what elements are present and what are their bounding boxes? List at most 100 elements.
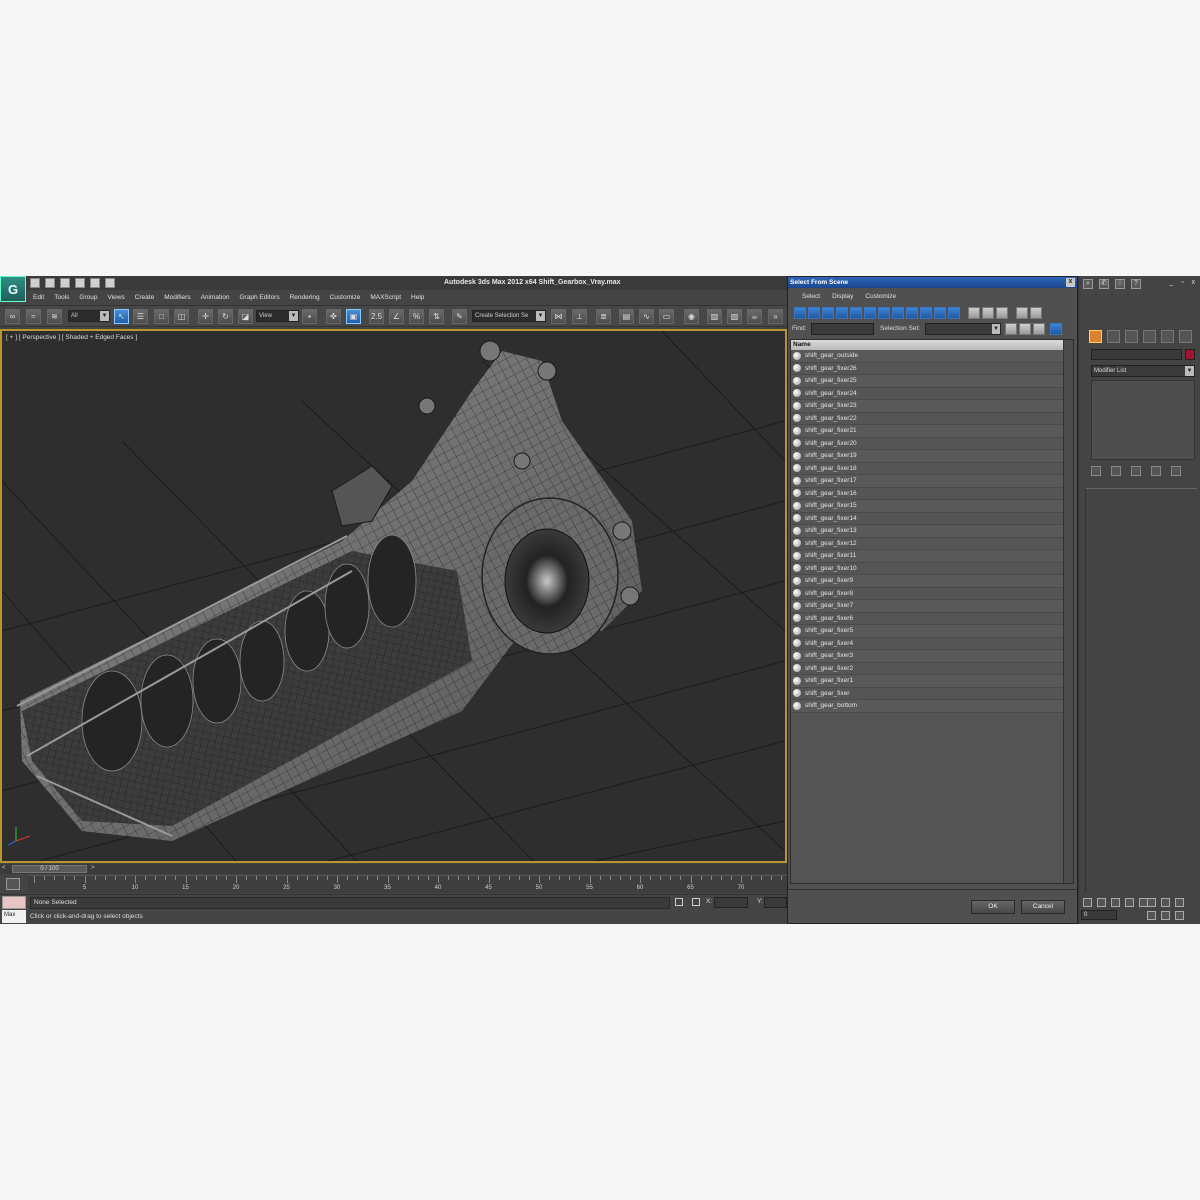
menu-animation[interactable]: Animation xyxy=(196,293,235,303)
maximize-viewport-icon[interactable] xyxy=(1175,911,1184,920)
reference-coordinate-dropdown[interactable]: View ▼ xyxy=(256,310,299,322)
play-icon[interactable] xyxy=(1111,898,1120,907)
menu-maxscript[interactable]: MAXScript xyxy=(365,293,406,303)
window-crossing-icon[interactable]: ◫ xyxy=(174,309,189,324)
display-lights-icon[interactable] xyxy=(822,307,834,319)
tab-utilities[interactable] xyxy=(1179,330,1192,343)
select-object-icon[interactable]: ↖ xyxy=(114,309,129,324)
list-item[interactable]: shift_gear_fixer2 xyxy=(791,662,1063,675)
next-frame-icon[interactable] xyxy=(1125,898,1134,907)
display-frozen-icon[interactable] xyxy=(934,307,946,319)
list-item[interactable]: shift_gear_fixer24 xyxy=(791,387,1063,400)
select-all-icon[interactable] xyxy=(968,307,980,319)
list-item[interactable]: shift_gear_fixer16 xyxy=(791,487,1063,500)
new-file-icon[interactable] xyxy=(30,278,40,288)
toolbar-overflow-icon[interactable]: » xyxy=(768,309,783,324)
previous-frame-icon[interactable] xyxy=(1097,898,1106,907)
x-coordinate-field[interactable] xyxy=(714,897,748,908)
display-helpers-icon[interactable] xyxy=(850,307,862,319)
percent-snap-icon[interactable]: % xyxy=(409,309,424,324)
menu-rendering[interactable]: Rendering xyxy=(285,293,325,303)
application-menu-button[interactable]: G xyxy=(0,276,26,302)
show-end-result-icon[interactable] xyxy=(1111,466,1121,476)
current-frame-field[interactable]: 0 xyxy=(1081,910,1117,920)
list-item[interactable]: shift_gear_fixer1 xyxy=(791,675,1063,688)
list-item[interactable]: shift_gear_fixer8 xyxy=(791,587,1063,600)
menu-views[interactable]: Views xyxy=(102,293,129,303)
menu-modifiers[interactable]: Modifiers xyxy=(159,293,195,303)
display-space-warps-icon[interactable] xyxy=(864,307,876,319)
list-item[interactable]: shift_gear_fixer7 xyxy=(791,600,1063,613)
cancel-button[interactable]: Cancel xyxy=(1021,900,1065,914)
list-item[interactable]: shift_gear_fixer19 xyxy=(791,450,1063,463)
time-slider-thumb[interactable]: 0 / 100 xyxy=(12,865,87,873)
list-item[interactable]: shift_gear_fixer17 xyxy=(791,475,1063,488)
menu-graph-editors[interactable]: Graph Editors xyxy=(235,293,285,303)
dialog-menu-select[interactable]: Select xyxy=(796,291,826,302)
absolute-mode-icon[interactable] xyxy=(692,898,700,906)
window-controls[interactable]: _ ▫ x xyxy=(1169,279,1198,286)
add-to-selection-set-icon[interactable] xyxy=(1033,323,1045,335)
menu-help[interactable]: Help xyxy=(406,293,429,303)
selection-filter-dropdown[interactable]: All ▼ xyxy=(68,310,110,322)
display-geometry-icon[interactable] xyxy=(794,307,806,319)
render-production-icon[interactable]: ☕ xyxy=(747,309,762,324)
dialog-menu-display[interactable]: Display xyxy=(826,291,859,302)
display-children-icon[interactable] xyxy=(1016,307,1028,319)
save-file-icon[interactable] xyxy=(60,278,70,288)
project-folder-icon[interactable] xyxy=(105,278,115,288)
undo-icon[interactable] xyxy=(75,278,85,288)
select-and-rotate-icon[interactable]: ↻ xyxy=(218,309,233,324)
tab-display[interactable] xyxy=(1161,330,1174,343)
field-of-view-icon[interactable] xyxy=(1175,898,1184,907)
zoom-extents-icon[interactable] xyxy=(1161,898,1170,907)
scene-object-list[interactable]: Name shift_gear_outside shift_gear_fixer2… xyxy=(790,339,1074,884)
select-by-name-icon[interactable]: ☰ xyxy=(133,309,148,324)
help-icon[interactable]: ? xyxy=(1131,279,1141,289)
column-header-name[interactable]: Name xyxy=(791,340,1063,350)
ok-button[interactable]: OK xyxy=(971,900,1015,914)
display-hidden-icon[interactable] xyxy=(948,307,960,319)
communication-center-icon[interactable]: ✆ xyxy=(1099,279,1109,289)
object-color-swatch[interactable] xyxy=(2,896,26,909)
display-shapes-icon[interactable] xyxy=(808,307,820,319)
select-and-move-icon[interactable]: ✛ xyxy=(198,309,213,324)
list-item[interactable]: shift_gear_outside xyxy=(791,350,1063,363)
selection-set-options-icon[interactable] xyxy=(1050,323,1062,335)
selection-set-dropdown[interactable]: ▼ xyxy=(925,323,1001,335)
select-and-scale-icon[interactable]: ◪ xyxy=(238,309,253,324)
object-color-box[interactable] xyxy=(1185,349,1195,360)
graphite-modeling-icon[interactable]: ▤ xyxy=(619,309,634,324)
select-invert-icon[interactable] xyxy=(996,307,1008,319)
pivot-center-icon[interactable]: ▪ xyxy=(302,309,317,324)
favorites-star-icon[interactable]: ☆ xyxy=(1115,279,1125,289)
named-selection-dropdown[interactable]: Create Selection Se ▼ xyxy=(472,310,546,322)
unlink-icon[interactable]: ≈ xyxy=(26,309,41,324)
maxscript-listener-field[interactable]: Max xyxy=(2,910,26,923)
list-item[interactable]: shift_gear_fixer18 xyxy=(791,462,1063,475)
keyboard-shortcut-override-icon[interactable]: ▣ xyxy=(346,309,361,324)
open-file-icon[interactable] xyxy=(45,278,55,288)
list-item[interactable]: shift_gear_fixer10 xyxy=(791,562,1063,575)
list-item[interactable]: shift_gear_bottom xyxy=(791,700,1063,713)
list-item[interactable]: shift_gear_fixer15 xyxy=(791,500,1063,513)
list-item[interactable]: shift_gear_fixer6 xyxy=(791,612,1063,625)
select-and-link-icon[interactable]: ∞ xyxy=(5,309,20,324)
filter-options-icon[interactable] xyxy=(1030,307,1042,319)
create-selection-set-icon[interactable] xyxy=(1005,323,1017,335)
go-to-start-icon[interactable] xyxy=(1083,898,1092,907)
make-unique-icon[interactable] xyxy=(1131,466,1141,476)
select-and-manipulate-icon[interactable]: ✜ xyxy=(326,309,341,324)
mirror-icon[interactable]: ⋈ xyxy=(551,309,566,324)
menu-customize[interactable]: Customize xyxy=(325,293,366,303)
tab-hierarchy[interactable] xyxy=(1125,330,1138,343)
list-scrollbar[interactable] xyxy=(1063,340,1073,883)
list-item[interactable]: shift_gear_fixer21 xyxy=(791,425,1063,438)
dialog-close-button[interactable]: x xyxy=(1066,278,1075,287)
list-item[interactable]: shift_gear_fixer11 xyxy=(791,550,1063,563)
viewport-label[interactable]: [ + ] [ Perspective ] [ Shaded + Edged F… xyxy=(6,334,137,341)
find-input[interactable] xyxy=(811,323,874,335)
perspective-viewport[interactable]: [ + ] [ Perspective ] [ Shaded + Edged F… xyxy=(0,329,787,863)
dialog-menu-customize[interactable]: Customize xyxy=(859,291,902,302)
pin-stack-icon[interactable] xyxy=(1091,466,1101,476)
